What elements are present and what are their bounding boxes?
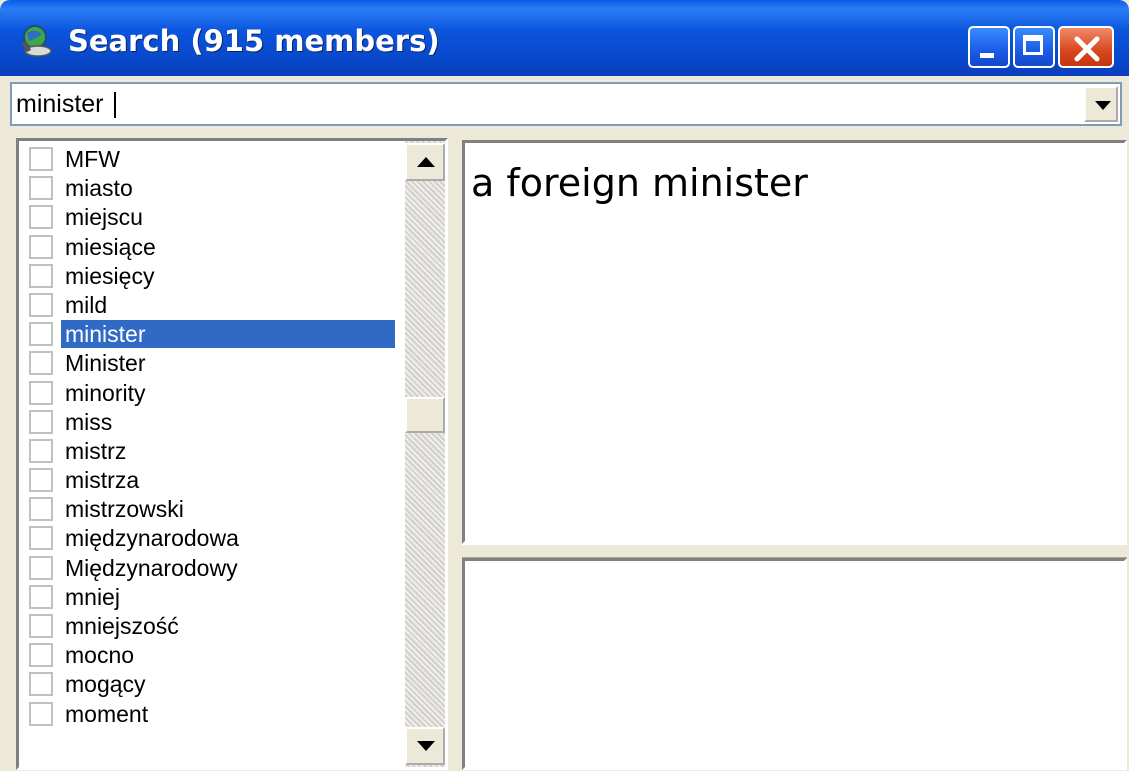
- item-checkbox[interactable]: [29, 409, 53, 434]
- item-label: mogący: [65, 671, 146, 698]
- list-item[interactable]: mogący: [23, 670, 403, 699]
- item-checkbox[interactable]: [29, 614, 53, 638]
- close-icon: [1074, 36, 1100, 62]
- item-label: mocno: [65, 642, 135, 669]
- item-label: Minister: [65, 350, 146, 377]
- item-checkbox[interactable]: [29, 468, 53, 493]
- item-checkbox[interactable]: [29, 672, 53, 697]
- item-checkbox[interactable]: [29, 438, 53, 463]
- list-item[interactable]: mniejszość: [23, 612, 403, 641]
- horizontal-splitter[interactable]: [462, 544, 1127, 558]
- item-label: Międzynarodowy: [65, 554, 238, 581]
- item-checkbox[interactable]: [29, 526, 53, 551]
- list-item[interactable]: Minister: [23, 349, 403, 378]
- item-checkbox[interactable]: [29, 643, 53, 668]
- item-label: mistrzowski: [65, 496, 184, 523]
- list-item[interactable]: minority: [23, 379, 403, 408]
- definition-text: a foreign minister: [471, 161, 808, 205]
- item-label: mild: [65, 291, 108, 318]
- scroll-up-button[interactable]: [405, 143, 445, 181]
- item-checkbox[interactable]: [29, 380, 53, 405]
- scroll-down-button[interactable]: [405, 727, 445, 765]
- minimize-button[interactable]: [968, 26, 1010, 68]
- list-item[interactable]: miejscu: [23, 203, 403, 232]
- item-checkbox[interactable]: [29, 263, 53, 288]
- item-checkbox[interactable]: [29, 234, 53, 259]
- window-title: Search (915 members): [68, 24, 440, 58]
- item-label: miejscu: [65, 204, 143, 231]
- list-item[interactable]: miasto: [23, 174, 403, 203]
- item-checkbox[interactable]: [29, 497, 53, 522]
- definition-pane[interactable]: a foreign minister: [462, 140, 1127, 544]
- notes-pane[interactable]: [462, 558, 1127, 770]
- vertical-splitter[interactable]: [448, 138, 462, 770]
- maximize-button[interactable]: [1013, 26, 1055, 68]
- list-item[interactable]: mistrzowski: [23, 495, 403, 524]
- item-label: międzynarodowa: [65, 525, 239, 552]
- item-checkbox[interactable]: [29, 351, 53, 376]
- item-label: mistrz: [65, 437, 127, 464]
- item-label: mniej: [65, 583, 120, 610]
- vertical-scrollbar[interactable]: [405, 141, 445, 767]
- item-checkbox[interactable]: [29, 322, 53, 347]
- item-checkbox[interactable]: [29, 701, 53, 726]
- item-label: minister: [61, 320, 395, 349]
- search-combobox[interactable]: [10, 82, 1122, 126]
- item-label: miasto: [65, 175, 133, 202]
- item-label: mniejszość: [65, 613, 179, 639]
- list-item[interactable]: MFW: [23, 145, 403, 174]
- search-dropdown-button[interactable]: [1084, 86, 1118, 122]
- item-checkbox[interactable]: [29, 584, 53, 609]
- list-item[interactable]: moment: [23, 700, 403, 729]
- text-caret: [114, 92, 116, 118]
- search-input[interactable]: [16, 88, 1076, 120]
- item-checkbox[interactable]: [29, 147, 53, 171]
- scroll-thumb[interactable]: [405, 397, 445, 433]
- list-item[interactable]: Międzynarodowy: [23, 554, 403, 583]
- item-checkbox[interactable]: [29, 555, 53, 580]
- word-list: MFW miasto miejscu miesiące miesięcy mild mini…: [23, 145, 403, 729]
- globe-search-icon: [21, 25, 52, 57]
- list-item[interactable]: międzynarodowa: [23, 524, 403, 553]
- list-item[interactable]: miesięcy: [23, 262, 403, 291]
- list-item[interactable]: minister: [23, 320, 403, 349]
- item-checkbox[interactable]: [29, 205, 53, 230]
- item-label: moment: [65, 700, 149, 727]
- word-list-panel: MFW miasto miejscu miesiące miesięcy mild mini…: [16, 138, 448, 770]
- title-bar[interactable]: Search (915 members): [0, 0, 1129, 76]
- list-item[interactable]: mniej: [23, 583, 403, 612]
- item-label: MFW: [65, 146, 120, 172]
- item-label: minority: [65, 379, 146, 406]
- list-item[interactable]: mistrz: [23, 437, 403, 466]
- item-label: miss: [65, 408, 113, 435]
- close-button[interactable]: [1058, 26, 1114, 68]
- list-item[interactable]: miss: [23, 408, 403, 437]
- item-label: mistrza: [65, 467, 140, 494]
- item-checkbox[interactable]: [29, 292, 53, 317]
- list-item[interactable]: mistrza: [23, 466, 403, 495]
- item-checkbox[interactable]: [29, 176, 53, 201]
- list-item[interactable]: miesiące: [23, 233, 403, 262]
- list-item[interactable]: mild: [23, 291, 403, 320]
- list-item[interactable]: mocno: [23, 641, 403, 670]
- item-label: miesiące: [65, 233, 156, 260]
- item-label: miesięcy: [65, 262, 155, 289]
